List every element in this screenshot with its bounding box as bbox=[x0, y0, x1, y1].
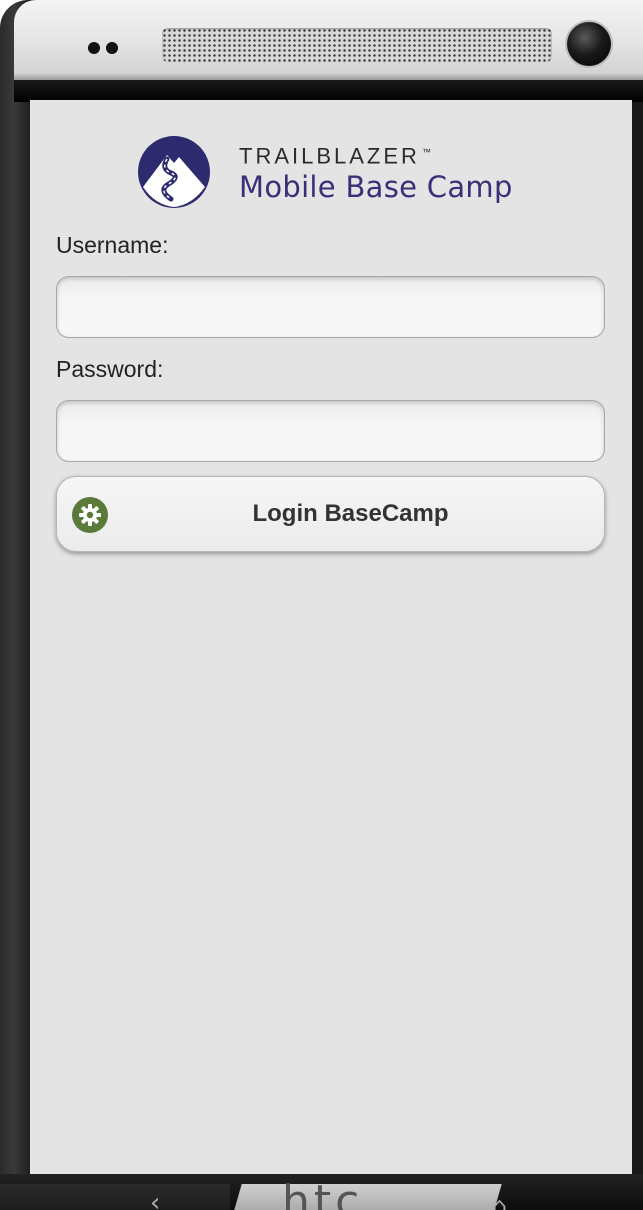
brand-name: TRAILBLAZER ™ bbox=[239, 143, 431, 169]
brand-header: TRAILBLAZER ™ Mobile Base Camp bbox=[137, 136, 513, 208]
phone-frame bbox=[14, 80, 643, 102]
login-button[interactable]: Login BaseCamp bbox=[56, 476, 605, 552]
htc-logo: htc bbox=[282, 1176, 364, 1210]
phone-device: TRAILBLAZER ™ Mobile Base Camp Username: … bbox=[0, 0, 643, 1210]
home-icon[interactable]: ⌂ bbox=[492, 1194, 507, 1210]
sensor-dot-icon bbox=[88, 42, 100, 54]
front-camera-icon bbox=[567, 22, 611, 66]
brand-subtitle: Mobile Base Camp bbox=[239, 170, 513, 205]
trademark-symbol: ™ bbox=[421, 146, 431, 157]
phone-bottom-left bbox=[0, 1184, 230, 1210]
app-screen: TRAILBLAZER ™ Mobile Base Camp Username: … bbox=[30, 100, 632, 1174]
password-input[interactable] bbox=[56, 400, 605, 462]
username-input[interactable] bbox=[56, 276, 605, 338]
phone-bottom-chrome bbox=[230, 1184, 502, 1210]
sensor-dot-icon bbox=[106, 42, 118, 54]
mountain-trail-logo-icon bbox=[138, 136, 210, 208]
login-button-label: Login BaseCamp bbox=[252, 500, 449, 527]
phone-top-bezel bbox=[14, 0, 643, 80]
speaker-grille bbox=[162, 28, 552, 62]
back-arrow-icon[interactable]: ‹ bbox=[150, 1190, 160, 1210]
username-label: Username: bbox=[56, 232, 169, 258]
password-label: Password: bbox=[56, 356, 164, 382]
